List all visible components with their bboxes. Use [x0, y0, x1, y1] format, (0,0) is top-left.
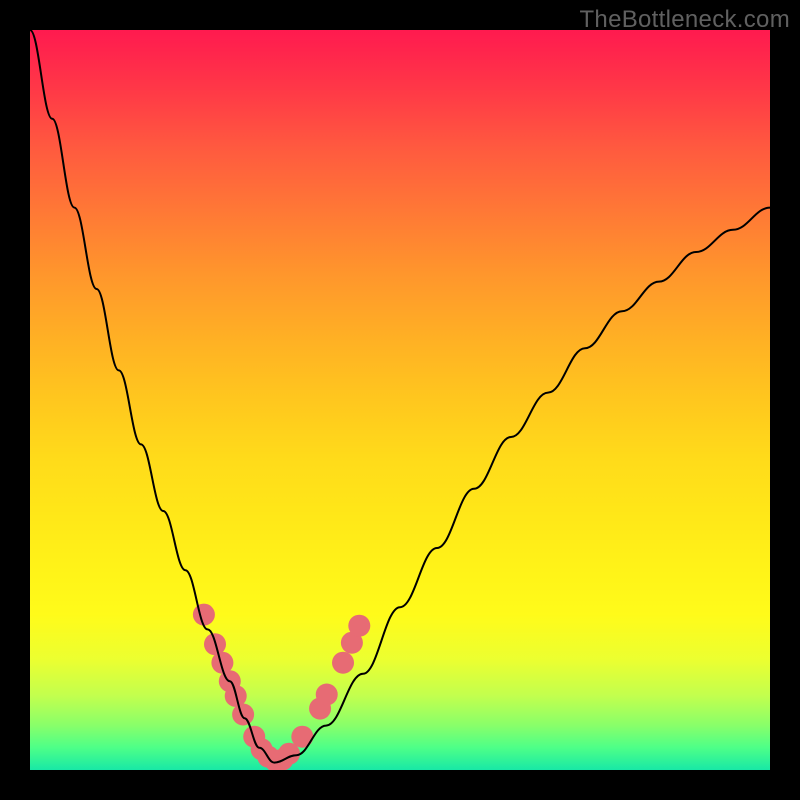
highlight-marker	[291, 726, 313, 748]
highlight-marker	[332, 652, 354, 674]
highlight-marker	[193, 604, 215, 626]
watermark-text: TheBottleneck.com	[579, 6, 790, 34]
chart-overlay	[30, 30, 770, 770]
highlight-marker	[316, 684, 338, 706]
bottleneck-curve	[30, 30, 770, 763]
highlight-marker	[232, 704, 254, 726]
chart-frame: TheBottleneck.com	[0, 0, 800, 800]
highlight-marker	[348, 615, 370, 637]
marker-group	[193, 604, 370, 770]
